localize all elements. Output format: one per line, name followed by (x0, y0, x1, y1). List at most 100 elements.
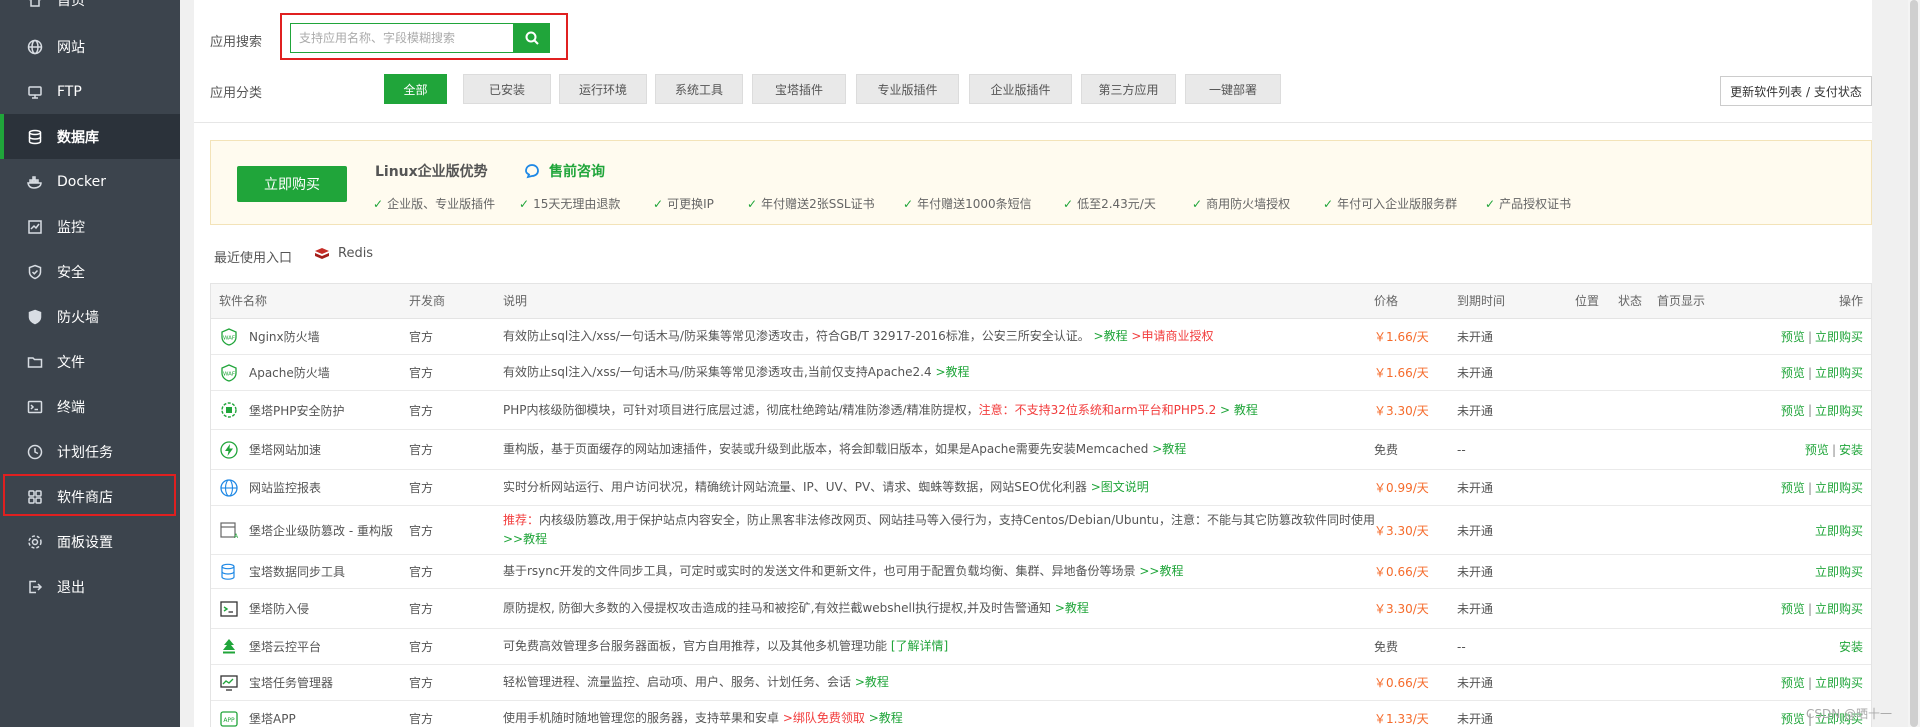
sidebar: 首页 网站 FTP 数据库 Docker 监控 安全 防火墙 文件 终端 计划任… (0, 0, 180, 727)
developer: 官方 (409, 712, 434, 726)
recent-app-redis[interactable]: Redis (314, 246, 373, 261)
preview-link[interactable]: 预览 (1781, 328, 1805, 345)
category-pro-plugins[interactable]: 专业版插件 (856, 74, 959, 104)
col-operations: 操作 (1838, 294, 1863, 308)
presales-consult-link[interactable]: 售前咨询 (523, 161, 605, 181)
task-monitor-icon (219, 673, 239, 693)
details-link[interactable]: [了解详情] (891, 639, 948, 653)
sidebar-item-files[interactable]: 文件 (0, 339, 180, 384)
sidebar-item-terminal[interactable]: 终端 (0, 384, 180, 429)
app-name: 堡塔网站加速 (249, 443, 322, 457)
buy-now-button[interactable]: 立即购买 (237, 166, 347, 202)
expire: 未开通 (1457, 565, 1494, 579)
preview-link[interactable]: 预览 (1781, 674, 1805, 691)
operations: 预览 | 立即购买 (1780, 479, 1863, 496)
divider (194, 122, 1872, 123)
tutorial-link[interactable]: >>教程 (503, 532, 547, 546)
free-claim-link[interactable]: >绑队免费领取 (783, 711, 865, 725)
sidebar-item-website[interactable]: 网站 (0, 24, 180, 69)
price: 免费 (1374, 443, 1399, 457)
category-third-party[interactable]: 第三方应用 (1081, 74, 1176, 104)
promo-feature: ✓ 年付赠送2张SSL证书 (747, 196, 875, 212)
sidebar-item-label: 退出 (57, 579, 85, 596)
expire: 未开通 (1457, 712, 1494, 726)
buy-link[interactable]: 立即购买 (1815, 600, 1863, 617)
buy-link[interactable]: 立即购买 (1815, 402, 1863, 419)
sidebar-item-security[interactable]: 安全 (0, 249, 180, 294)
sidebar-item-label: 面板设置 (57, 534, 113, 551)
tutorial-link[interactable]: >教程 (869, 711, 903, 725)
check-icon: ✓ (747, 196, 758, 211)
tutorial-link[interactable]: >教程 (1094, 329, 1128, 343)
check-icon: ✓ (1063, 196, 1074, 211)
guide-link[interactable]: >图文说明 (1091, 480, 1149, 494)
tutorial-link[interactable]: > 教程 (1220, 403, 1258, 417)
category-bt-plugins[interactable]: 宝塔插件 (752, 74, 846, 104)
sidebar-item-label: 监控 (57, 219, 85, 236)
expire: 未开通 (1457, 366, 1494, 380)
tutorial-link[interactable]: >>教程 (1139, 564, 1183, 578)
preview-link[interactable]: 预览 (1781, 402, 1805, 419)
tutorial-link[interactable]: >教程 (1055, 601, 1089, 615)
buy-link[interactable]: 立即购买 (1815, 522, 1863, 539)
expire: 未开通 (1457, 676, 1494, 690)
category-one-click-deploy[interactable]: 一键部署 (1185, 74, 1281, 104)
app-name: 网站监控报表 (249, 481, 322, 495)
expire: -- (1457, 442, 1466, 457)
description: 使用手机随时随地管理您的服务器，支持苹果和安卓 >绑队免费领取 >教程 (503, 711, 903, 725)
preview-link[interactable]: 预览 (1781, 710, 1805, 727)
preview-link[interactable]: 预览 (1781, 364, 1805, 381)
tutorial-link[interactable]: >教程 (855, 675, 889, 689)
promo-feature: ✓ 可更换IP (653, 196, 714, 212)
buy-link[interactable]: 立即购买 (1815, 563, 1863, 580)
promo-feature: ✓ 产品授权证书 (1485, 196, 1572, 212)
description: 有效防止sql注入/xss/一句话木马/防采集等常见渗透攻击,当前仅支持Apac… (503, 365, 970, 379)
license-link[interactable]: >申请商业授权 (1131, 329, 1213, 343)
tutorial-link[interactable]: >教程 (1152, 442, 1186, 456)
sidebar-item-label: 终端 (57, 399, 85, 416)
category-enterprise-plugins[interactable]: 企业版插件 (969, 74, 1072, 104)
main-panel: 应用搜索 应用分类 全部 已安装 运行环境 系统工具 宝塔插件 专业版插件 企业… (194, 0, 1872, 727)
category-all[interactable]: 全部 (384, 74, 447, 104)
preview-link[interactable]: 预览 (1781, 479, 1805, 496)
operations: 预览 | 安装 (1804, 441, 1863, 458)
install-link[interactable]: 安装 (1839, 638, 1863, 655)
buy-link[interactable]: 立即购买 (1815, 328, 1863, 345)
update-software-list-button[interactable]: 更新软件列表 / 支付状态 (1720, 76, 1872, 106)
preview-link[interactable]: 预览 (1805, 441, 1829, 458)
expire: 未开通 (1457, 602, 1494, 616)
scrollbar-thumb[interactable] (1910, 0, 1918, 727)
sidebar-item-cron[interactable]: 计划任务 (0, 429, 180, 474)
price: ￥0.99/天 (1374, 481, 1429, 495)
install-link[interactable]: 安装 (1839, 441, 1863, 458)
sidebar-item-logout[interactable]: 退出 (0, 564, 180, 609)
category-installed[interactable]: 已安装 (463, 74, 551, 104)
category-system-tools[interactable]: 系统工具 (655, 74, 743, 104)
category-runtime[interactable]: 运行环境 (559, 74, 647, 104)
sidebar-item-ftp[interactable]: FTP (0, 69, 180, 114)
gear-icon (27, 534, 43, 550)
sidebar-item-settings[interactable]: 面板设置 (0, 519, 180, 564)
sidebar-item-home[interactable]: 首页 (0, 0, 180, 22)
check-icon: ✓ (519, 196, 530, 211)
description: 可免费高效管理多台服务器面板，官方自用推荐，以及其他多机管理功能 [了解详情] (503, 639, 949, 653)
table-row: 网站监控报表 官方 实时分析网站运行、用户访问状况，精确统计网站流量、IP、UV… (211, 470, 1871, 506)
buy-link[interactable]: 立即购买 (1815, 674, 1863, 691)
tutorial-link[interactable]: >教程 (935, 365, 969, 379)
check-icon: ✓ (1485, 196, 1496, 211)
check-icon: ✓ (1323, 196, 1334, 211)
sidebar-item-database[interactable]: 数据库 (0, 114, 180, 159)
preview-link[interactable]: 预览 (1781, 600, 1805, 617)
watermark: CSDN @晒十一 (1806, 707, 1893, 721)
sidebar-item-monitor[interactable]: 监控 (0, 204, 180, 249)
sidebar-item-firewall[interactable]: 防火墙 (0, 294, 180, 339)
sidebar-item-docker[interactable]: Docker (0, 159, 180, 204)
svg-text:WAF: WAF (223, 371, 235, 377)
app-name: 堡塔企业级防篡改 - 重构版 (249, 523, 393, 538)
col-developer: 开发商 (409, 294, 446, 308)
sidebar-item-label: 计划任务 (57, 444, 113, 461)
buy-link[interactable]: 立即购买 (1815, 364, 1863, 381)
buy-link[interactable]: 立即购买 (1815, 479, 1863, 496)
operations: 预览 | 立即购买 (1780, 364, 1863, 381)
sidebar-item-label: FTP (57, 83, 82, 100)
